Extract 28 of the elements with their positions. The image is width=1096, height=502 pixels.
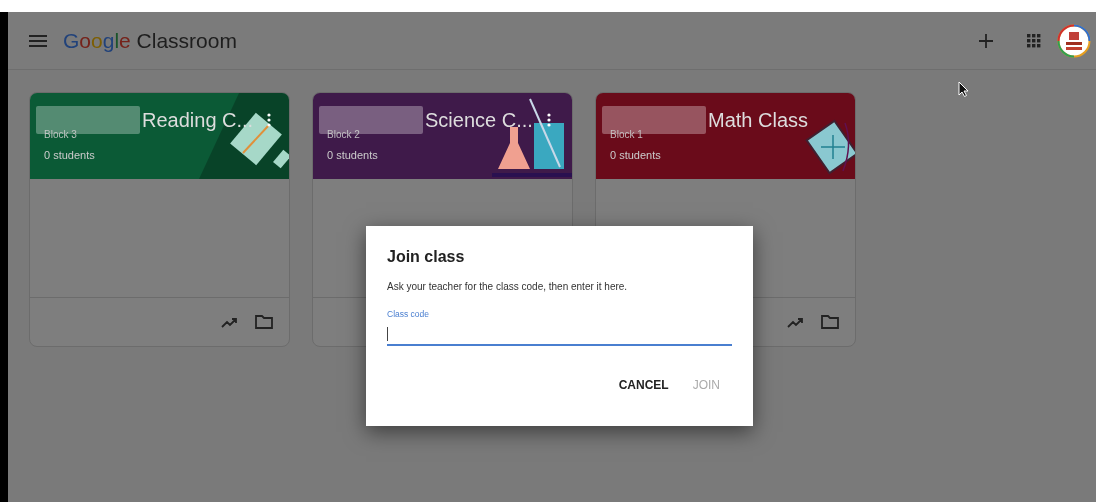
more-options-icon[interactable]	[267, 113, 272, 127]
class-section: Block 1	[610, 129, 855, 140]
trending-up-icon[interactable]	[221, 316, 237, 328]
more-options-icon[interactable]	[546, 113, 551, 127]
class-title[interactable]: Science C...	[425, 108, 533, 132]
dialog-text: Ask your teacher for the class code, then enter it here.	[387, 281, 628, 292]
class-banner[interactable]: Science C... Block 2 0 students	[313, 93, 572, 179]
logo-text[interactable]: Google Classroom	[63, 28, 237, 53]
student-count: 0 students	[44, 149, 96, 161]
class-banner[interactable]: Math Class Block 1 0 students	[596, 93, 855, 179]
folder-icon[interactable]	[821, 314, 839, 330]
class-banner[interactable]: Reading C... Block 3 0 students	[30, 93, 289, 179]
class-code-field[interactable]: Class code	[387, 308, 732, 346]
menu-icon[interactable]	[29, 34, 47, 47]
class-section: Block 2	[327, 129, 572, 140]
dialog-button[interactable]: CANCEL	[606, 372, 681, 398]
avatar-icon[interactable]	[1057, 23, 1091, 58]
folder-icon[interactable]	[255, 314, 273, 330]
dialog-title: Join class	[387, 248, 465, 266]
class-title[interactable]: Math Class	[708, 108, 809, 132]
plus-icon[interactable]	[979, 33, 993, 48]
trending-up-icon[interactable]	[787, 316, 803, 328]
student-count: 0 students	[327, 149, 379, 161]
student-count: 0 students	[610, 149, 662, 161]
lab-glassware-illustration	[498, 98, 564, 169]
class-title[interactable]: Reading C...	[142, 108, 254, 132]
mouse-pointer-icon	[958, 81, 969, 97]
apps-grid-icon[interactable]	[1027, 33, 1041, 48]
